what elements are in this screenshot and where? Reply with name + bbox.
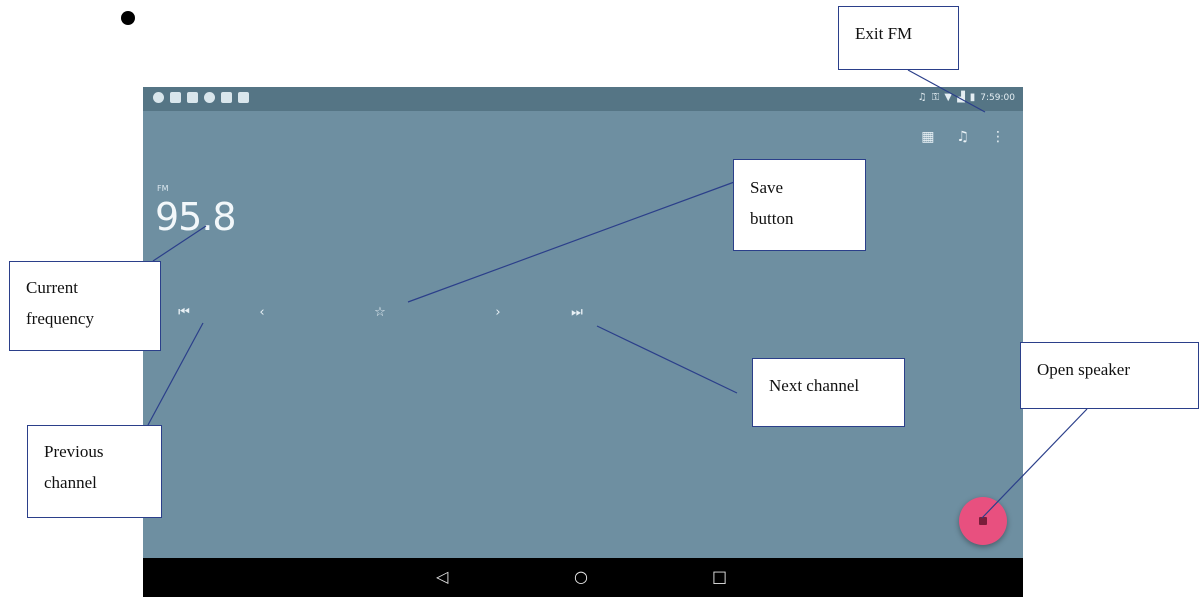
headset-icon[interactable]: ♫ xyxy=(956,129,969,145)
next-channel-callout: Next channel xyxy=(752,358,905,427)
status-icons-left xyxy=(153,92,249,103)
band-label: FM xyxy=(157,184,169,193)
current-label-line2: frequency xyxy=(26,309,94,328)
mail-icon xyxy=(170,92,181,103)
channel-list-icon[interactable]: ▦ xyxy=(921,129,934,145)
signal-icon: ▟ xyxy=(957,92,965,103)
back-icon[interactable]: ◁ xyxy=(436,567,448,587)
navigation-bar: ◁ ○ □ xyxy=(143,558,1023,597)
more-menu-icon[interactable]: ⋮ xyxy=(991,129,1005,145)
battery-icon: ▮ xyxy=(969,92,976,103)
speaker-icon xyxy=(979,517,987,525)
save-button-callout: Save button xyxy=(733,159,866,251)
home-icon[interactable]: ○ xyxy=(574,567,588,587)
key-icon: ⚿ xyxy=(931,92,940,103)
previous-channel-button[interactable]: ⏮ xyxy=(174,305,194,321)
seek-forward-button[interactable]: › xyxy=(488,305,508,321)
action-bar: ▦ ♫ ⋮ xyxy=(921,129,1005,145)
lock-icon xyxy=(221,92,232,103)
save-favorite-button[interactable]: ☆ xyxy=(370,305,390,321)
headset-icon: ♫ xyxy=(917,92,927,103)
seek-back-button[interactable]: ‹ xyxy=(252,305,272,321)
previous-label-line1: Previous xyxy=(44,442,104,461)
previous-label-line2: channel xyxy=(44,473,97,492)
current-frequency-callout: Current frequency xyxy=(9,261,161,351)
chat-icon xyxy=(238,92,249,103)
status-time: 7:59:00 xyxy=(980,93,1015,103)
next-channel-label: Next channel xyxy=(769,376,860,395)
open-speaker-label: Open speaker xyxy=(1037,360,1130,379)
current-frequency: 95.8 xyxy=(155,195,237,239)
screenshot-icon xyxy=(187,92,198,103)
wifi-icon: ▼ xyxy=(944,92,953,103)
fm-radio-screen: ♫ ⚿ ▼ ▟ ▮ 7:59:00 ▦ ♫ ⋮ FM 95.8 ⏮ ‹ ☆ › … xyxy=(143,87,1023,597)
exit-fm-label: Exit FM xyxy=(855,24,913,43)
current-label-line1: Current xyxy=(26,278,78,297)
open-speaker-button[interactable] xyxy=(959,497,1007,545)
save-label-line2: button xyxy=(750,209,794,228)
save-label-line1: Save xyxy=(750,178,784,197)
open-speaker-callout: Open speaker xyxy=(1020,342,1199,409)
bullet-point xyxy=(121,11,135,25)
next-channel-button[interactable]: ⏭ xyxy=(567,305,587,321)
notification-icon xyxy=(153,92,164,103)
recents-icon[interactable]: □ xyxy=(712,567,727,587)
status-icons-right: ♫ ⚿ ▼ ▟ ▮ 7:59:00 xyxy=(918,91,1015,105)
status-bar: ♫ ⚿ ▼ ▟ ▮ 7:59:00 xyxy=(143,87,1023,111)
exit-fm-callout: Exit FM xyxy=(838,6,959,70)
circle-icon xyxy=(204,92,215,103)
previous-channel-callout: Previous channel xyxy=(27,425,162,518)
